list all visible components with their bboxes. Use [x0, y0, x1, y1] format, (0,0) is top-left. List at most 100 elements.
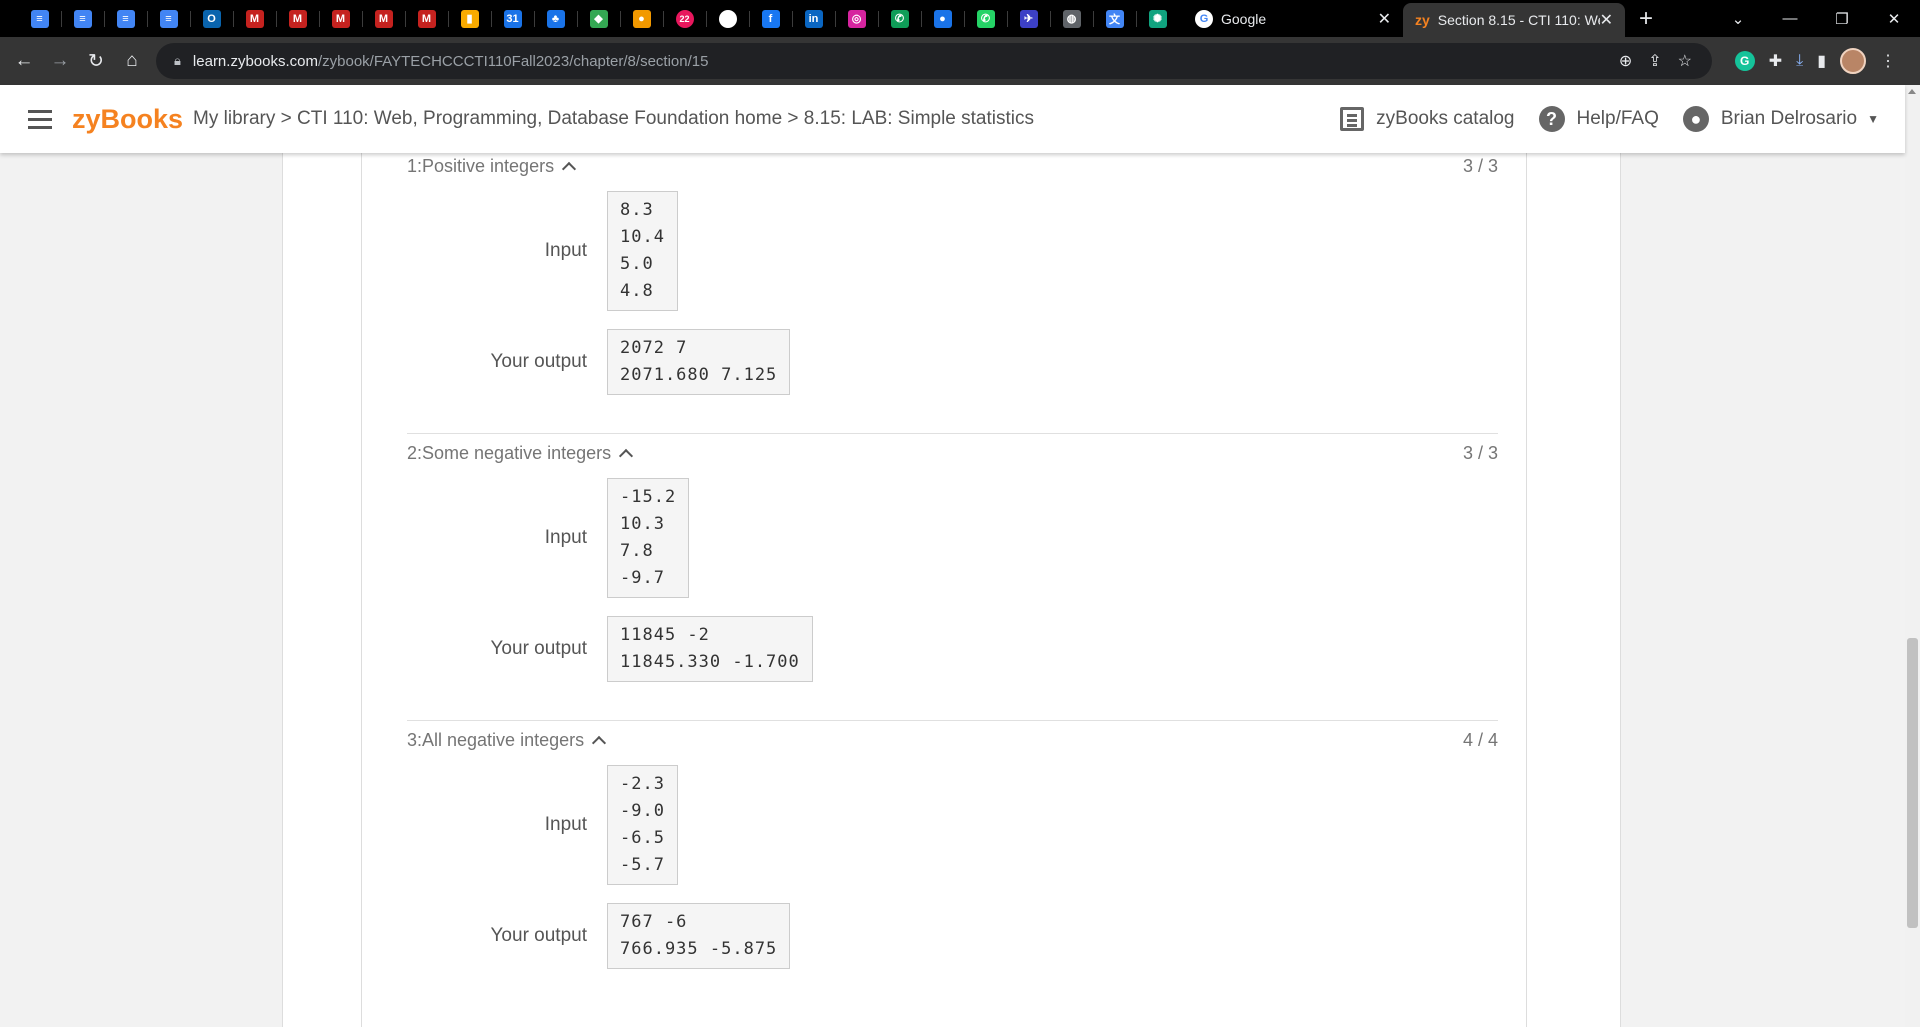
- scroll-up-arrow-icon[interactable]: [1908, 89, 1916, 94]
- test-input: 8.3 10.4 5.0 4.8: [607, 191, 678, 311]
- google-docs-icon: ≡: [116, 9, 135, 28]
- page-scrollbar[interactable]: [1905, 85, 1920, 1027]
- test-score: 3 / 3: [1462, 155, 1498, 176]
- pinned-tab[interactable]: in: [792, 0, 835, 37]
- close-tab-icon[interactable]: ✕: [1600, 10, 1613, 30]
- chevron-up-icon: [562, 161, 577, 177]
- pinned-tab[interactable]: ◆: [577, 0, 620, 37]
- google-icon: G: [1195, 9, 1213, 28]
- pinned-tab[interactable]: ≡: [18, 0, 61, 37]
- side-panel-icon[interactable]: ▮: [1817, 51, 1826, 71]
- tab-zybooks-section[interactable]: zy Section 8.15 - CTI 110: We ✕: [1403, 3, 1625, 37]
- browser-menu-icon[interactable]: ⋮: [1880, 51, 1896, 71]
- chatgpt-icon: ✺: [1148, 9, 1167, 28]
- url-path: /zybook/FAYTECHCCCTI110Fall2023/chapter/…: [317, 52, 709, 70]
- lock-icon[interactable]: 🔒︎: [174, 53, 181, 69]
- google-calendar-icon: 31: [503, 9, 522, 28]
- pinned-tab[interactable]: ♣: [534, 0, 577, 37]
- address-bar[interactable]: 🔒︎ learn.zybooks.com/zybook/FAYTECHCCCTI…: [156, 43, 1712, 79]
- test-output: 767 -6 766.935 -5.875: [607, 903, 791, 969]
- plane-icon: ✈: [1019, 9, 1038, 28]
- breadcrumb[interactable]: My library > CTI 110: Web, Programming, …: [193, 108, 1034, 130]
- pinned-tab[interactable]: M: [319, 0, 362, 37]
- pinned-tab[interactable]: 31: [491, 0, 534, 37]
- pinned-tab[interactable]: 文: [1093, 0, 1136, 37]
- new-tab-button[interactable]: +: [1639, 5, 1653, 33]
- back-button[interactable]: ←: [6, 50, 42, 72]
- forward-button[interactable]: →: [42, 50, 78, 72]
- download-icon[interactable]: ⤓: [1796, 52, 1803, 70]
- pinned-tab[interactable]: f: [749, 0, 792, 37]
- pinned-tab[interactable]: ≡: [147, 0, 190, 37]
- pinned-tab[interactable]: [706, 0, 749, 37]
- browser-tab-strip: ≡ ≡ ≡ ≡ O M M M M M ▮ 31 ♣ ◆ ● 22 f in ◎ ✆ ● ✆ ✈ ◍ 文 ✺ G Google ✕…: [0, 0, 1920, 37]
- pinned-tab[interactable]: ✈: [1007, 0, 1050, 37]
- pinned-tab[interactable]: M: [276, 0, 319, 37]
- test-results-list: 1:Positive integers 3 / 3 Input 8.3 10.4…: [407, 153, 1498, 969]
- pinned-tab[interactable]: ≡: [104, 0, 147, 37]
- pinned-tab[interactable]: ●: [620, 0, 663, 37]
- test-case: 2:Some negative integers 3 / 3 Input -15…: [407, 440, 1498, 721]
- hamburger-menu-icon[interactable]: [28, 109, 52, 129]
- scrollbar-thumb[interactable]: [1907, 638, 1918, 928]
- pinned-tab[interactable]: M: [233, 0, 276, 37]
- url-host: learn.zybooks.com: [192, 52, 318, 70]
- pinned-tab[interactable]: ✺: [1136, 0, 1179, 37]
- close-window-button[interactable]: ✕: [1868, 10, 1920, 28]
- pinned-tab[interactable]: ✆: [964, 0, 1007, 37]
- test-title: 1:Positive integers: [407, 155, 555, 176]
- pinned-tab[interactable]: ◎: [835, 0, 878, 37]
- outlook-icon: O: [202, 9, 221, 28]
- tab-title: Section 8.15 - CTI 110: We: [1437, 12, 1600, 28]
- help-icon: ?: [1538, 106, 1565, 132]
- help-link[interactable]: ? Help/FAQ: [1538, 106, 1659, 132]
- pinned-tab[interactable]: ▮: [448, 0, 491, 37]
- chevron-up-icon: [592, 735, 607, 751]
- translate-icon: 文: [1105, 9, 1124, 28]
- bar-chart-icon: ▮: [460, 9, 479, 28]
- pinned-tab[interactable]: ✆: [878, 0, 921, 37]
- home-button[interactable]: ⌂: [114, 50, 150, 72]
- zybooks-header: zyBooks My library > CTI 110: Web, Progr…: [0, 85, 1905, 153]
- chevron-up-icon: [619, 448, 634, 464]
- zybooks-logo[interactable]: zyBooks: [72, 104, 183, 135]
- grammarly-extension-icon[interactable]: G: [1734, 51, 1755, 71]
- whatsapp-icon: ✆: [976, 9, 995, 28]
- gmail-icon: M: [245, 9, 264, 28]
- restore-button[interactable]: ❐: [1816, 10, 1868, 28]
- zoom-icon[interactable]: ⊕: [1619, 51, 1632, 71]
- share-icon[interactable]: ⇪: [1648, 51, 1661, 71]
- notification-badge-icon: 22: [675, 9, 694, 28]
- pinned-tab[interactable]: ◍: [1050, 0, 1093, 37]
- reload-button[interactable]: ↻: [78, 50, 114, 73]
- gmail-icon: M: [417, 9, 436, 28]
- zybooks-favicon-icon: zy: [1415, 12, 1430, 28]
- tab-search-icon[interactable]: ⌄: [1712, 10, 1764, 28]
- pinned-tab[interactable]: ≡: [61, 0, 104, 37]
- app-icon-orange: ●: [632, 9, 651, 28]
- pinned-tab[interactable]: 22: [663, 0, 706, 37]
- tab-google[interactable]: G Google ✕: [1183, 0, 1403, 37]
- pinned-tab[interactable]: M: [405, 0, 448, 37]
- catalog-link[interactable]: zyBooks catalog: [1340, 107, 1515, 131]
- close-tab-icon[interactable]: ✕: [1378, 9, 1391, 29]
- gmail-icon: M: [331, 9, 350, 28]
- bookmark-star-icon[interactable]: ☆: [1678, 51, 1692, 71]
- test-toggle[interactable]: 2:Some negative integers: [407, 443, 634, 464]
- google-docs-icon: ≡: [159, 9, 178, 28]
- pinned-tab[interactable]: ●: [921, 0, 964, 37]
- browser-profile-avatar[interactable]: [1840, 48, 1866, 74]
- extensions-puzzle-icon[interactable]: ✚: [1769, 51, 1782, 71]
- browser-toolbar: ← → ↻ ⌂ 🔒︎ learn.zybooks.com/zybook/FAYT…: [0, 37, 1920, 85]
- minimize-button[interactable]: —: [1764, 10, 1816, 27]
- phone-icon: ✆: [890, 9, 909, 28]
- test-score: 4 / 4: [1462, 729, 1498, 750]
- test-toggle[interactable]: 1:Positive integers: [407, 155, 577, 177]
- main-content: 1:Positive integers 3 / 3 Input 8.3 10.4…: [282, 153, 1621, 1027]
- chevron-down-icon: ▼: [1867, 112, 1879, 126]
- pinned-tab[interactable]: O: [190, 0, 233, 37]
- pinned-tab[interactable]: M: [362, 0, 405, 37]
- user-menu[interactable]: ● Brian Delrosario ▼: [1682, 106, 1879, 132]
- instagram-icon: ◎: [847, 9, 866, 28]
- test-toggle[interactable]: 3:All negative integers: [407, 730, 607, 751]
